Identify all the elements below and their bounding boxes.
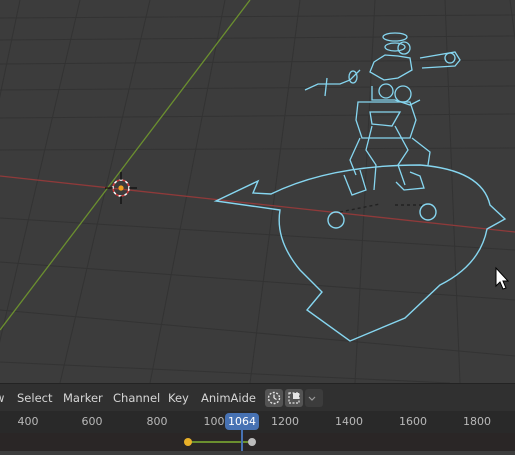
ruler-tick: 1800 <box>463 415 491 428</box>
ruler-tick: 1200 <box>271 415 299 428</box>
keyframe-point[interactable] <box>184 438 192 446</box>
menu-select[interactable]: Select <box>17 391 52 405</box>
menu-marker[interactable]: Marker <box>63 391 103 405</box>
menu-channel[interactable]: Channel <box>113 391 160 405</box>
3d-viewport[interactable] <box>0 0 515 384</box>
ruler-tick: 1400 <box>335 415 363 428</box>
viewport-scene <box>0 0 515 384</box>
keyframe-point[interactable] <box>248 438 256 446</box>
ruler-tick: 800 <box>146 415 168 428</box>
menu-view[interactable]: w <box>0 391 4 405</box>
menu-animaide[interactable]: AnimAide <box>201 391 256 405</box>
ruler-tick: 100 <box>203 415 225 428</box>
keyframe-toggle-icon[interactable] <box>285 389 303 407</box>
clock-icon[interactable] <box>265 389 283 407</box>
keyframe-summary <box>184 438 256 446</box>
timeline-header: w Select Marker Channel Key AnimAide <box>0 383 515 412</box>
menu-key[interactable]: Key <box>168 391 189 405</box>
ruler-tick: 600 <box>81 415 103 428</box>
keyframe-track[interactable] <box>0 433 515 451</box>
current-frame-indicator[interactable]: 1064 <box>225 413 259 430</box>
ruler-tick: 1600 <box>399 415 427 428</box>
playhead-line[interactable] <box>241 429 243 451</box>
chevron-down-icon[interactable] <box>305 389 323 407</box>
ruler-tick: 400 <box>17 415 39 428</box>
